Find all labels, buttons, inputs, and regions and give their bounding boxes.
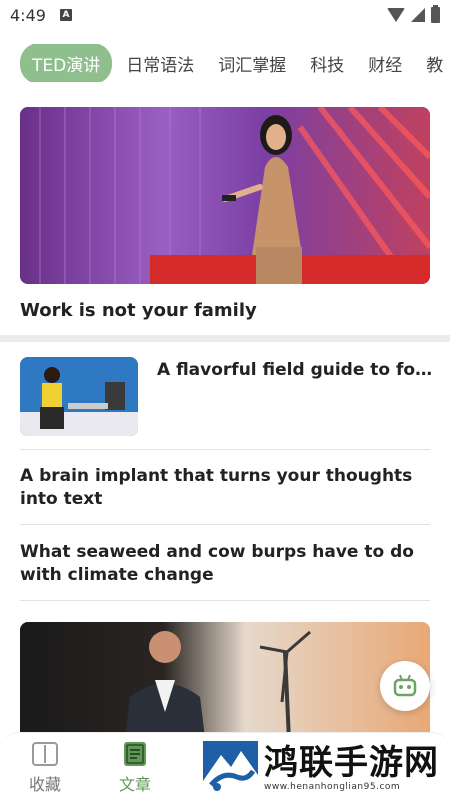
wifi-icon: [387, 8, 405, 22]
watermark-logo-icon: [203, 741, 258, 795]
article-title[interactable]: What seaweed and cow burps have to do wi…: [20, 541, 430, 587]
notification-icon: A: [59, 9, 72, 21]
status-icons: [387, 5, 440, 23]
featured-image[interactable]: [20, 107, 430, 284]
tab-ted[interactable]: TED演讲: [20, 44, 113, 82]
watermark: 鸿联手游网 www.henanhonglian95.com: [203, 740, 448, 796]
nav-favorites[interactable]: 收藏: [15, 741, 75, 795]
speaker-photo: [20, 107, 430, 284]
signal-icon: [411, 8, 425, 22]
article-icon: [124, 742, 146, 766]
tab-finance[interactable]: 财经: [368, 51, 402, 76]
article-thumbnail: [20, 357, 138, 436]
assistant-button[interactable]: [380, 661, 430, 711]
tab-technology[interactable]: 科技: [310, 51, 344, 76]
book-icon: [32, 742, 58, 766]
article-title[interactable]: A brain implant that turns your thoughts…: [20, 465, 430, 511]
section-separator: [0, 335, 450, 342]
status-bar: 4:49 A: [0, 0, 450, 30]
nav-label: 文章: [118, 775, 151, 794]
status-time: 4:49: [10, 5, 46, 25]
watermark-brand: 鸿联手游网: [264, 743, 439, 783]
article-title: A flavorful field guide to foraging: [157, 360, 437, 380]
category-tabs: TED演讲 日常语法 词汇掌握 科技 财经 教: [0, 44, 450, 82]
tab-education[interactable]: 教: [426, 51, 443, 76]
nav-label: 收藏: [28, 775, 61, 794]
nav-articles[interactable]: 文章: [105, 741, 165, 795]
tab-vocabulary[interactable]: 词汇掌握: [218, 51, 286, 76]
thumbnail-photo: [20, 357, 138, 436]
divider: [20, 524, 430, 525]
watermark-url: www.henanhonglian95.com: [264, 782, 401, 792]
robot-icon: [393, 674, 417, 697]
tab-grammar[interactable]: 日常语法: [126, 51, 194, 76]
divider: [20, 600, 430, 601]
divider: [20, 449, 430, 450]
list-item[interactable]: A flavorful field guide to foraging: [20, 357, 437, 436]
featured-title[interactable]: Work is not your family: [20, 300, 257, 321]
battery-icon: [431, 5, 440, 23]
